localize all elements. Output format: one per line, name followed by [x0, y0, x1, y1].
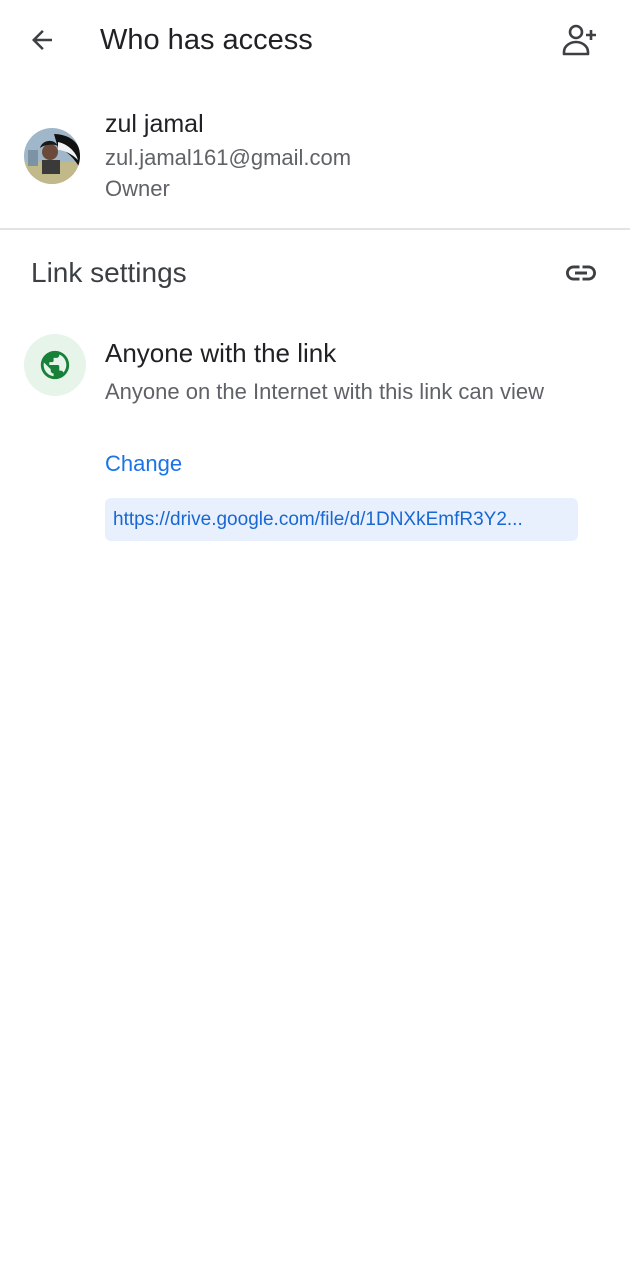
- link-icon: [566, 265, 596, 281]
- access-level-title: Anyone with the link: [105, 338, 337, 368]
- add-person-button[interactable]: [556, 16, 604, 64]
- arrow-back-icon: [32, 30, 52, 50]
- share-url: https://drive.google.com/file/d/1DNXkEmf…: [113, 508, 523, 530]
- copy-link-button[interactable]: [558, 250, 604, 296]
- owner-name: zul jamal: [105, 110, 204, 138]
- change-access-link[interactable]: Change: [105, 449, 182, 479]
- top-app-bar: Who has access: [0, 0, 630, 80]
- person-add-icon: [562, 24, 596, 56]
- avatar: [24, 128, 80, 184]
- share-url-chip[interactable]: https://drive.google.com/file/d/1DNXkEmf…: [105, 498, 578, 541]
- owner-email: zul.jamal161@gmail.com: [105, 145, 352, 170]
- link-settings-title: Link settings: [31, 257, 187, 288]
- back-button[interactable]: [18, 16, 66, 64]
- divider: [0, 228, 630, 230]
- globe-icon: [40, 350, 70, 380]
- page-title: Who has access: [100, 24, 313, 56]
- owner-role: Owner: [105, 176, 170, 201]
- access-level-description: Anyone on the Internet with this link ca…: [105, 379, 545, 404]
- owner-row[interactable]: zul jamal zul.jamal161@gmail.com Owner: [0, 100, 630, 210]
- globe-badge: [24, 334, 86, 396]
